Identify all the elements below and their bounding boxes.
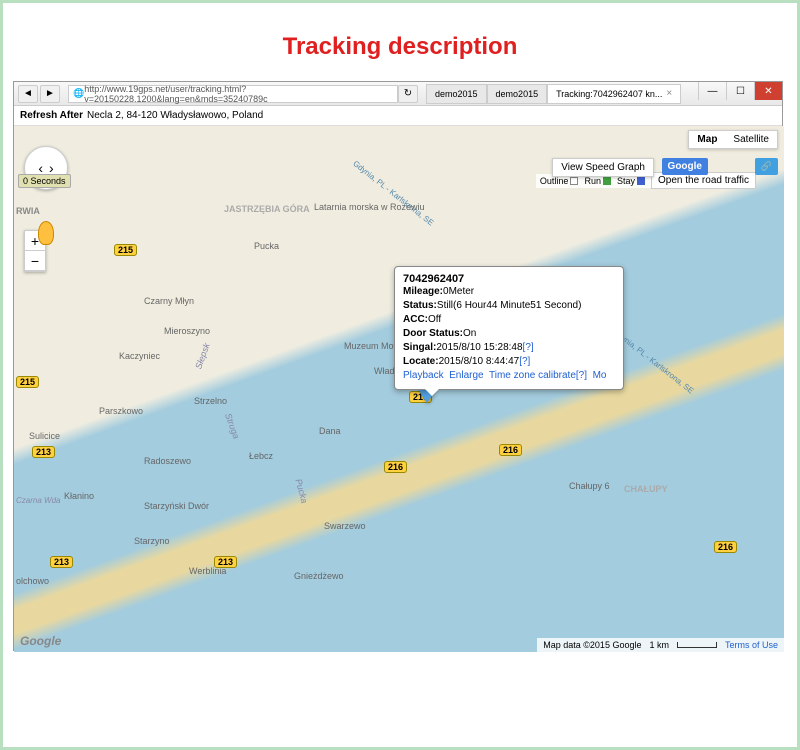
close-button[interactable]: ✕ (754, 82, 782, 100)
label-starzyno: Starzyno (134, 536, 170, 546)
map-type-map[interactable]: Map (689, 131, 725, 148)
label-sulicice: Sulicice (29, 431, 60, 441)
share-button[interactable]: 🔗 (755, 158, 778, 175)
tz-help-link[interactable]: [?] (576, 370, 587, 381)
tab-demo-2[interactable]: demo2015 (487, 84, 548, 104)
label-pucka2: Pucka (293, 478, 309, 505)
run-dot-icon (603, 177, 611, 185)
locate-help-link[interactable]: [?] (519, 356, 530, 367)
road-216-b: 216 (384, 461, 407, 473)
tab-bar: demo2015 demo2015 Tracking:7042962407 kn… (426, 84, 681, 104)
label-swarzewo: Swarzewo (324, 521, 366, 531)
back-button[interactable]: ◄ (18, 85, 38, 103)
timezone-link[interactable]: Time zone calibrate (489, 370, 576, 381)
map-type-control: Map Satellite (688, 130, 778, 149)
playback-link[interactable]: Playback (403, 370, 444, 381)
refresh-label: Refresh After (20, 110, 83, 121)
share-icon: 🔗 (761, 161, 772, 172)
label-jastrzebia: JASTRZĘBIA GÓRA (224, 204, 310, 214)
map-data-label: Map data ©2015 Google (543, 640, 641, 650)
address-bar[interactable]: 🌐 http://www.19gps.net/user/tracking.htm… (68, 85, 398, 103)
zoom-out-button[interactable]: − (25, 251, 45, 271)
road-216-d: 216 (714, 541, 737, 553)
label-klanino: Kłanino (64, 491, 94, 501)
pegman-icon[interactable] (38, 221, 54, 245)
label-pucka: Pucka (254, 241, 279, 251)
tab-close-icon[interactable]: × (666, 88, 672, 99)
url-text: http://www.19gps.net/user/tracking.html?… (84, 84, 393, 104)
sea-route-label-1: Gdynia, PL - Karlskrona, SE (351, 159, 435, 228)
label-kaczyniec: Kaczyniec (119, 351, 160, 361)
road-213-a: 213 (32, 446, 55, 458)
label-mieroszyno: Mieroszyno (164, 326, 210, 336)
label-slepsk: Słepsk (193, 342, 212, 371)
location-address: Necla 2, 84-120 Władysławowo, Poland (87, 110, 263, 121)
label-dana: Dana (319, 426, 341, 436)
label-latarnia: Latarnia morska w Rozewiu (314, 202, 425, 212)
label-starzynski: Starzyński Dwór (144, 501, 209, 511)
page-title: Tracking description (13, 13, 787, 81)
info-window: 7042962407 Mileage:0Meter Status:Still(6… (394, 266, 624, 390)
road-213-c: 213 (214, 556, 237, 568)
label-parszkowo: Parszkowo (99, 406, 143, 416)
browser-chrome: ◄ ► 🌐 http://www.19gps.net/user/tracking… (14, 82, 782, 106)
label-rwia: RWIA (16, 206, 40, 216)
google-badge: Google (662, 158, 708, 175)
label-olchowo: olchowo (16, 576, 49, 586)
enlarge-link[interactable]: Enlarge (449, 370, 483, 381)
refresh-seconds: 0 Seconds (18, 174, 71, 188)
road-216-c: 216 (499, 444, 522, 456)
label-chalupy2: CHAŁUPY (624, 484, 668, 494)
label-czarna: Czarna Wda (16, 496, 60, 505)
info-bar: Refresh After Necla 2, 84-120 Władysławo… (14, 106, 782, 126)
label-radoszewo: Radoszewo (144, 456, 191, 466)
tab-tracking[interactable]: Tracking:7042962407 kn...× (547, 84, 681, 104)
refresh-button[interactable]: ↻ (398, 85, 418, 103)
browser-window: ◄ ► 🌐 http://www.19gps.net/user/tracking… (13, 81, 783, 651)
road-215-a: 215 (16, 376, 39, 388)
ie-icon: 🌐 (73, 88, 84, 99)
label-chalupy: Chałupy 6 (569, 481, 610, 491)
tab-demo-1[interactable]: demo2015 (426, 84, 487, 104)
road-213-b: 213 (50, 556, 73, 568)
label-gniezdzewo: Gnieżdżewo (294, 571, 344, 581)
terms-link[interactable]: Terms of Use (725, 640, 778, 650)
outline-dot-icon (570, 177, 578, 185)
google-logo: Google (20, 634, 61, 648)
forward-button[interactable]: ► (40, 85, 60, 103)
road-215-b: 215 (114, 244, 137, 256)
minimize-button[interactable]: — (698, 82, 726, 100)
stay-dot-icon (637, 177, 645, 185)
label-struga: Struga (223, 412, 241, 440)
map-footer: Map data ©2015 Google 1 km Terms of Use (537, 638, 784, 652)
map-type-satellite[interactable]: Satellite (725, 131, 777, 148)
scale-text: 1 km (649, 640, 669, 650)
label-lebcz: Łebcz (249, 451, 273, 461)
label-strzelno: Strzelno (194, 396, 227, 406)
more-link[interactable]: Mo (593, 370, 607, 381)
scale-bar-icon (677, 642, 717, 648)
device-id: 7042962407 (403, 273, 615, 285)
maximize-button[interactable]: ☐ (726, 82, 754, 100)
signal-help-link[interactable]: [?] (523, 342, 534, 353)
label-czarny: Czarny Młyn (144, 296, 194, 306)
map-canvas[interactable]: 0 Seconds Map Satellite Outline Run Stay… (14, 126, 784, 652)
speed-graph-button[interactable]: View Speed Graph (552, 158, 654, 177)
